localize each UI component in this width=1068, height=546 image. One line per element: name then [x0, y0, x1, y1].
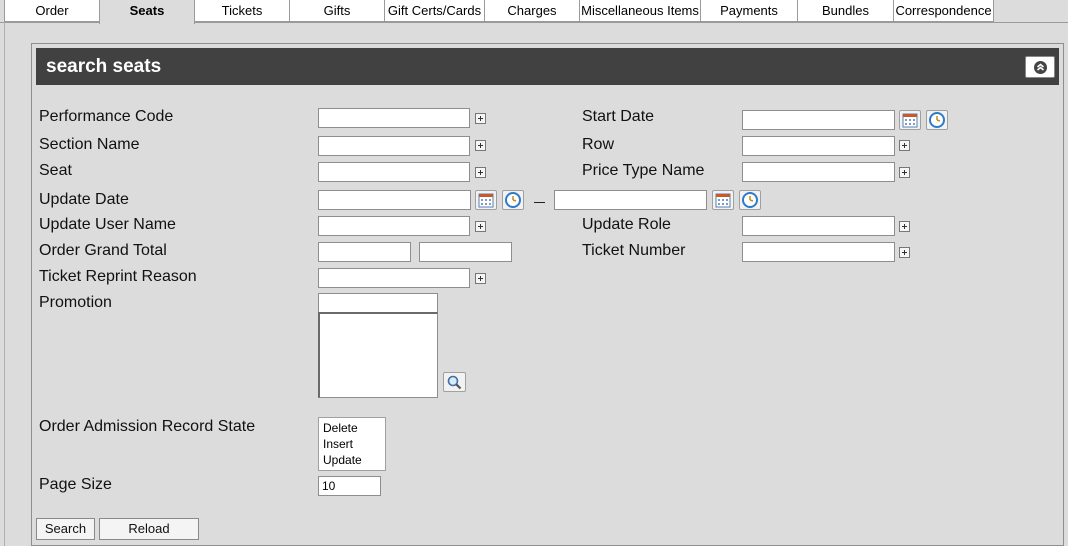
panel-title: search seats [46, 56, 162, 77]
tab-bundles[interactable]: Bundles [797, 0, 894, 22]
order-grand-total-min-input[interactable] [318, 242, 411, 262]
update-date-from-input[interactable] [318, 190, 471, 210]
reload-button[interactable]: Reload [99, 518, 199, 540]
tab-miscellaneous-items[interactable]: Miscellaneous Items [579, 0, 701, 22]
order-admission-record-state-listbox[interactable]: Delete Insert Update [318, 417, 386, 471]
collapse-button[interactable] [1025, 56, 1055, 78]
row-add-icon[interactable] [899, 140, 910, 151]
start-date-label: Start Date [582, 108, 655, 125]
promotion-input[interactable] [318, 293, 438, 313]
ticket-reprint-reason-add-icon[interactable] [475, 273, 486, 284]
ticket-number-input[interactable] [742, 242, 895, 262]
clock-icon [929, 112, 945, 128]
start-date-clock-button[interactable] [926, 110, 948, 130]
seat-input[interactable] [318, 162, 470, 182]
tab-gifts[interactable]: Gifts [289, 0, 385, 22]
tab-charges[interactable]: Charges [484, 0, 580, 22]
order-admission-record-state-label: Order Admission Record State [39, 418, 256, 435]
magnifier-icon [447, 375, 462, 390]
ticket-number-label: Ticket Number [582, 242, 686, 259]
promotion-list[interactable] [318, 312, 438, 398]
tab-gift-certs-cards[interactable]: Gift Certs/Cards [384, 0, 485, 22]
update-role-label: Update Role [582, 216, 671, 233]
start-date-calendar-button[interactable] [899, 110, 921, 130]
date-range-separator [534, 202, 545, 203]
update-date-to-clock-button[interactable] [739, 190, 761, 210]
update-user-name-input[interactable] [318, 216, 470, 236]
calendar-icon [478, 193, 494, 208]
section-name-label: Section Name [39, 136, 140, 153]
state-option-update[interactable]: Update [323, 452, 381, 468]
tab-order[interactable]: Order [4, 0, 100, 22]
state-option-delete[interactable]: Delete [323, 420, 381, 436]
seat-add-icon[interactable] [475, 167, 486, 178]
calendar-icon [902, 113, 918, 128]
row-label: Row [582, 136, 615, 153]
performance-code-input[interactable] [318, 108, 470, 128]
collapse-up-icon [1034, 61, 1047, 74]
tab-seats[interactable]: Seats [99, 0, 195, 24]
content-left-border [4, 22, 5, 546]
seat-label: Seat [39, 162, 72, 179]
section-name-input[interactable] [318, 136, 470, 156]
price-type-name-label: Price Type Name [582, 162, 705, 179]
update-date-to-input[interactable] [554, 190, 707, 210]
performance-code-label: Performance Code [39, 108, 174, 125]
order-grand-total-max-input[interactable] [419, 242, 512, 262]
state-option-insert[interactable]: Insert [323, 436, 381, 452]
calendar-icon [715, 193, 731, 208]
update-role-input[interactable] [742, 216, 895, 236]
tab-correspondence[interactable]: Correspondence [893, 0, 994, 22]
update-user-name-add-icon[interactable] [475, 221, 486, 232]
clock-icon [505, 192, 521, 208]
ticket-reprint-reason-label: Ticket Reprint Reason [39, 268, 197, 285]
panel-header: search seats [36, 48, 1059, 85]
order-grand-total-label: Order Grand Total [39, 242, 167, 259]
update-role-add-icon[interactable] [899, 221, 910, 232]
page-size-label: Page Size [39, 476, 112, 493]
section-name-add-icon[interactable] [475, 140, 486, 151]
update-date-from-clock-button[interactable] [502, 190, 524, 210]
clock-icon [742, 192, 758, 208]
performance-code-add-icon[interactable] [475, 113, 486, 124]
promotion-search-button[interactable] [443, 372, 466, 392]
promotion-label: Promotion [39, 294, 112, 311]
tab-payments[interactable]: Payments [700, 0, 798, 22]
tab-bar: Order Seats Tickets Gifts Gift Certs/Car… [0, 0, 1068, 24]
ticket-reprint-reason-input[interactable] [318, 268, 470, 288]
update-user-name-label: Update User Name [39, 216, 176, 233]
start-date-input[interactable] [742, 110, 895, 130]
update-date-to-calendar-button[interactable] [712, 190, 734, 210]
update-date-label: Update Date [39, 191, 129, 208]
update-date-from-calendar-button[interactable] [475, 190, 497, 210]
search-button[interactable]: Search [36, 518, 95, 540]
page-size-input[interactable] [318, 476, 381, 496]
ticket-number-add-icon[interactable] [899, 247, 910, 258]
row-input[interactable] [742, 136, 895, 156]
price-type-name-input[interactable] [742, 162, 895, 182]
price-type-name-add-icon[interactable] [899, 167, 910, 178]
tab-tickets[interactable]: Tickets [194, 0, 290, 22]
